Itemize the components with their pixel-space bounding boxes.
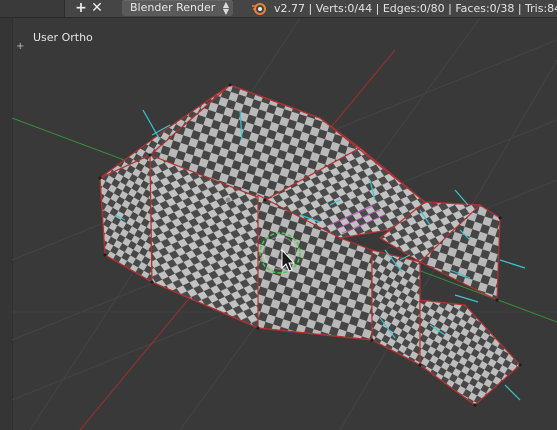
close-icon[interactable]: ✕ <box>90 0 104 17</box>
viewport-scene <box>11 18 557 430</box>
mesh-object <box>99 84 521 406</box>
render-engine-label: Blender Render <box>130 1 216 14</box>
plus-icon[interactable]: + <box>74 0 88 17</box>
region-expand-icon[interactable]: + <box>16 41 24 52</box>
viewport-header: + ✕ Blender Render ▲ ▼ v2.77 | Verts:0/44… <box>0 0 557 18</box>
scene-statistics: v2.77 | Verts:0/44 | Edges:0/80 | Faces:… <box>274 2 557 15</box>
view-name-label: User Ortho <box>33 31 93 44</box>
dropdown-arrows-icon: ▲ ▼ <box>222 0 229 16</box>
blender-logo-icon <box>252 3 266 15</box>
header-left-panel <box>0 0 65 17</box>
render-engine-dropdown[interactable]: Blender Render ▲ ▼ <box>122 0 233 16</box>
